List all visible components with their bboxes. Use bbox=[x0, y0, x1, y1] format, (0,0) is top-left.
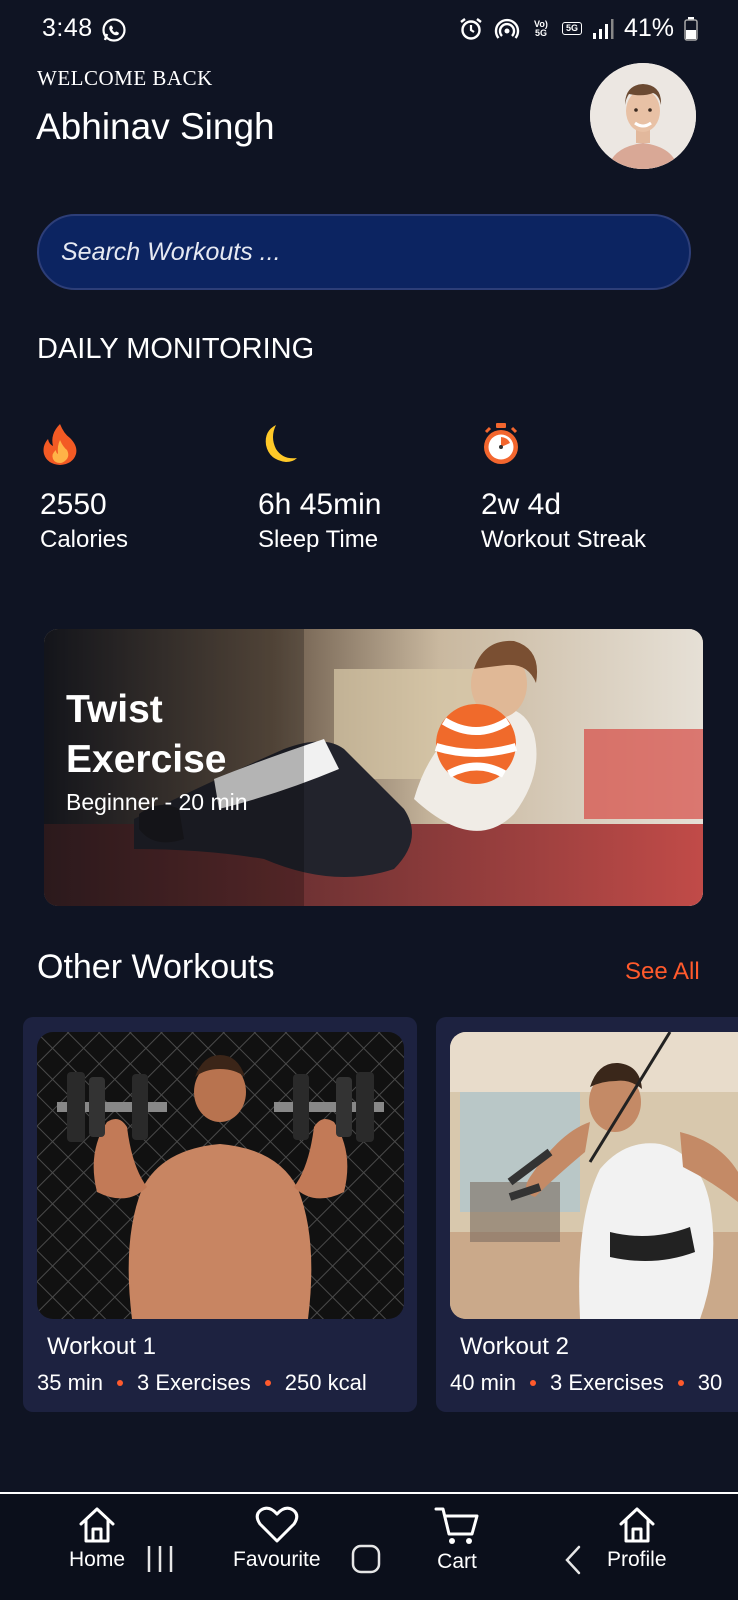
avatar[interactable] bbox=[590, 63, 696, 169]
streak-label: Workout Streak bbox=[481, 526, 646, 553]
separator-dot bbox=[677, 1380, 684, 1386]
workout-kcal: 30 bbox=[697, 1370, 723, 1395]
workout-card[interactable]: Workout 1 35 min 3 Exercises 250 kcal bbox=[23, 1017, 417, 1412]
nav-cart[interactable]: Cart bbox=[434, 1506, 480, 1574]
nav-cart-label: Cart bbox=[437, 1550, 477, 1573]
battery-percent: 41% bbox=[623, 14, 674, 42]
stopwatch-icon bbox=[484, 423, 518, 464]
stat-streak: 2w 4d Workout Streak bbox=[481, 422, 646, 554]
nav-profile[interactable]: Profile bbox=[607, 1506, 667, 1572]
status-icons: Vo) 5G 5G 41% bbox=[458, 14, 698, 43]
see-all-link[interactable]: See All bbox=[625, 958, 700, 986]
nav-favourite-label: Favourite bbox=[233, 1548, 321, 1571]
search-bar[interactable] bbox=[37, 214, 691, 290]
other-workouts-title: Other Workouts bbox=[37, 948, 275, 986]
hotspot-icon bbox=[494, 18, 520, 39]
status-time: 3:48 bbox=[42, 14, 93, 42]
stat-sleep: 6h 45min Sleep Time bbox=[258, 422, 381, 554]
nav-profile-label: Profile bbox=[607, 1548, 667, 1571]
workout-duration: 40 min bbox=[450, 1370, 517, 1395]
fire-icon bbox=[43, 424, 77, 465]
nav-favourite[interactable]: Favourite bbox=[233, 1506, 321, 1572]
welcome-text: WELCOME BACK bbox=[37, 66, 213, 90]
battery-icon bbox=[684, 16, 698, 41]
volte-indicator: Vo) 5G bbox=[534, 18, 548, 38]
separator-dot bbox=[264, 1380, 271, 1386]
featured-workout-subtitle: Beginner - 20 min bbox=[66, 789, 248, 815]
sleep-label: Sleep Time bbox=[258, 526, 379, 553]
cart-icon bbox=[434, 1507, 479, 1544]
alarm-icon bbox=[460, 17, 482, 40]
home-system-icon[interactable] bbox=[351, 1544, 381, 1574]
search-input[interactable] bbox=[61, 216, 667, 288]
home-icon bbox=[619, 1507, 655, 1543]
workout-meta: 40 min 3 Exercises 30 bbox=[450, 1370, 722, 1396]
workout-card[interactable]: Workout 2 40 min 3 Exercises 30 bbox=[436, 1017, 738, 1412]
heart-icon bbox=[255, 1506, 299, 1543]
recent-apps-icon[interactable] bbox=[146, 1544, 174, 1574]
separator-dot bbox=[117, 1380, 124, 1386]
streak-value: 2w 4d bbox=[481, 488, 562, 521]
calories-value: 2550 bbox=[40, 488, 107, 521]
workout-image bbox=[37, 1032, 404, 1319]
workout-meta: 35 min 3 Exercises 250 kcal bbox=[37, 1370, 367, 1396]
featured-workout-title: Twist Exercise bbox=[66, 688, 227, 781]
nav-home-label: Home bbox=[69, 1548, 126, 1571]
avatar-image bbox=[590, 63, 696, 169]
sleep-value: 6h 45min bbox=[258, 488, 382, 521]
workout-name: Workout 2 bbox=[460, 1333, 569, 1360]
workout-exercises: 3 Exercises bbox=[550, 1370, 664, 1395]
back-icon[interactable] bbox=[563, 1544, 583, 1576]
whatsapp-icon bbox=[102, 18, 126, 42]
bottom-nav: Home Favourite Cart Profile bbox=[0, 1492, 738, 1600]
moon-icon bbox=[265, 425, 297, 462]
workout-image bbox=[450, 1032, 738, 1319]
featured-workout-card[interactable]: Twist Exercise Beginner - 20 min bbox=[44, 629, 703, 906]
user-name: Abhinav Singh bbox=[36, 106, 275, 147]
home-icon bbox=[79, 1507, 115, 1543]
nav-home[interactable]: Home bbox=[69, 1506, 125, 1572]
5g-indicator: 5G bbox=[561, 22, 582, 35]
signal-icon bbox=[592, 18, 614, 39]
stat-calories: 2550 Calories bbox=[40, 422, 128, 554]
calories-label: Calories bbox=[40, 526, 129, 553]
daily-monitoring-title: DAILY MONITORING bbox=[37, 333, 315, 365]
status-bar: 3:48 Vo) 5G 5G 41% bbox=[0, 0, 738, 58]
workout-exercises: 3 Exercises bbox=[137, 1370, 251, 1395]
workout-duration: 35 min bbox=[37, 1370, 104, 1395]
workout-name: Workout 1 bbox=[47, 1333, 156, 1360]
separator-dot bbox=[530, 1380, 537, 1386]
workout-kcal: 250 kcal bbox=[284, 1370, 367, 1395]
